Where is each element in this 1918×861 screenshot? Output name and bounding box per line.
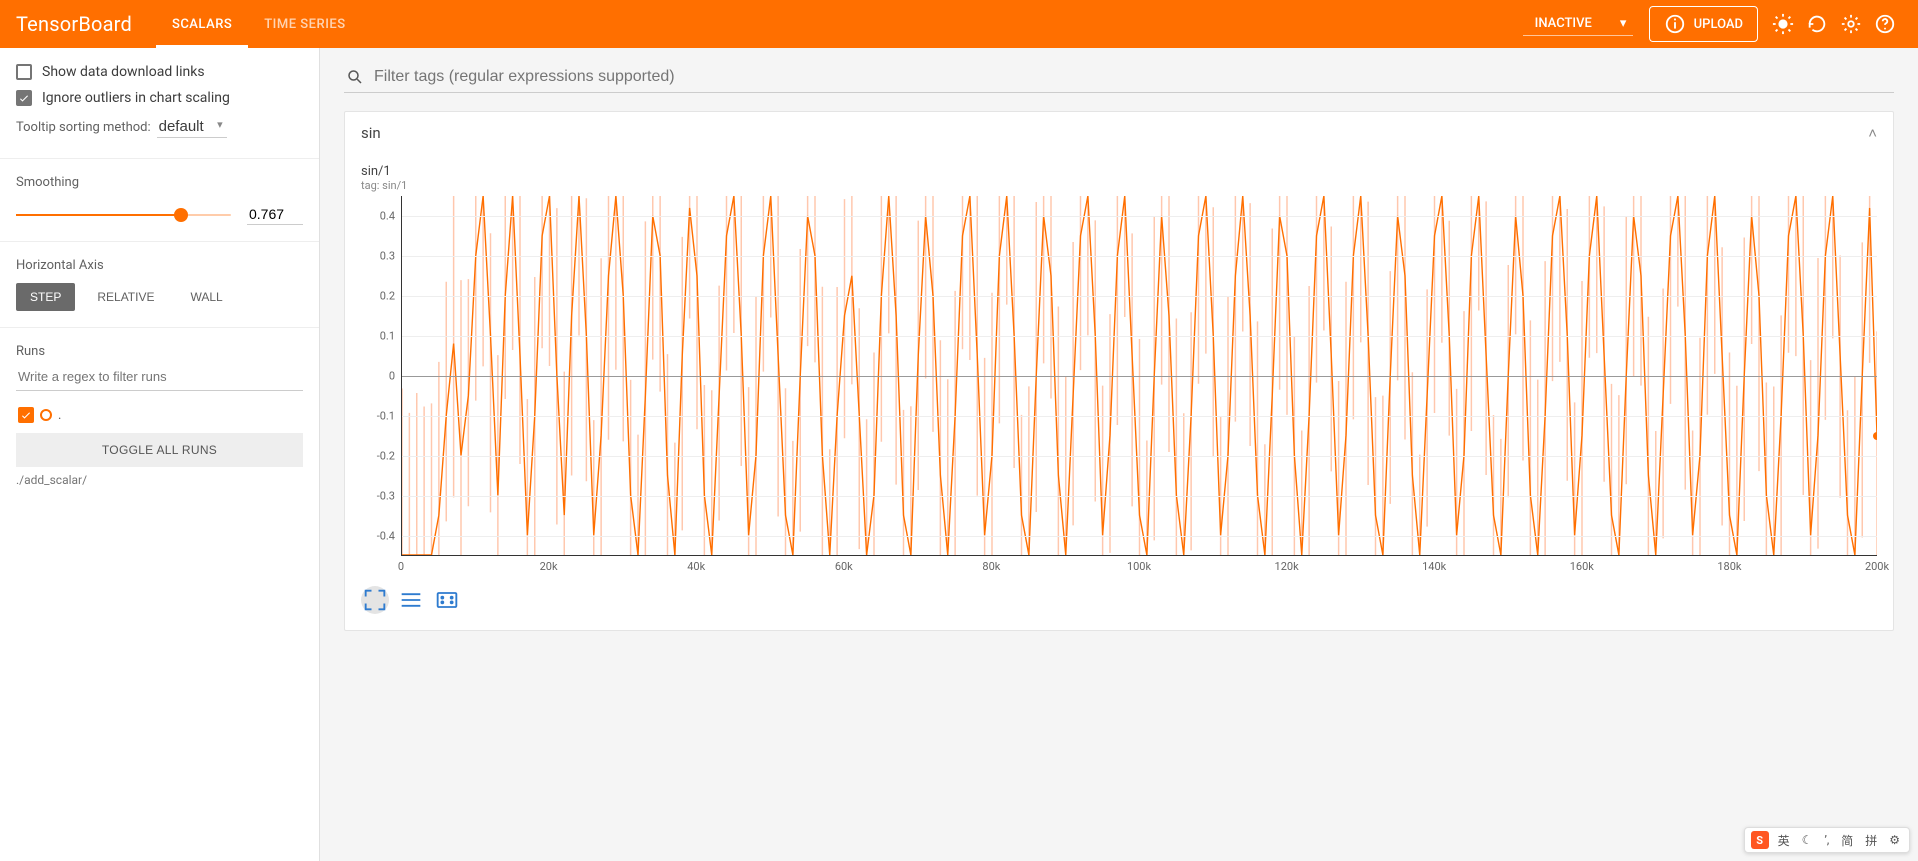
chevron-up-icon: ˄ xyxy=(1868,124,1877,142)
fit-domain-icon[interactable] xyxy=(433,586,461,614)
ignore-outliers-checkbox[interactable]: Ignore outliers in chart scaling xyxy=(16,90,303,106)
x-tick-label: 80k xyxy=(982,560,1000,573)
x-tick-label: 60k xyxy=(835,560,853,573)
ime-simp[interactable]: 简 xyxy=(1838,832,1856,849)
x-tick-label: 20k xyxy=(540,560,558,573)
horizontal-axis-label: Horizontal Axis xyxy=(16,258,303,273)
x-tick-label: 200k xyxy=(1865,560,1889,573)
checkbox-checked-icon xyxy=(16,90,32,106)
chart-toolbar xyxy=(361,586,1877,614)
run-color-swatch xyxy=(40,409,52,421)
show-download-links-label: Show data download links xyxy=(42,64,205,80)
ignore-outliers-label: Ignore outliers in chart scaling xyxy=(42,90,230,106)
y-tick-label: -0.2 xyxy=(377,450,395,463)
toggle-all-runs-button[interactable]: TOGGLE ALL RUNS xyxy=(16,433,303,467)
chart-plot[interactable] xyxy=(401,196,1877,556)
ime-lang[interactable]: 英 xyxy=(1775,832,1793,849)
app-header: TensorBoard SCALARS TIME SERIES INACTIVE… xyxy=(0,0,1918,48)
tooltip-sort-select[interactable]: default xyxy=(157,116,227,138)
ime-moon-icon[interactable]: ☾ xyxy=(1799,833,1816,847)
runs-path: ./add_scalar/ xyxy=(16,473,303,487)
run-checkbox-icon xyxy=(18,407,34,423)
x-tick-label: 180k xyxy=(1717,560,1741,573)
brightness-icon[interactable] xyxy=(1772,13,1794,35)
card-title: sin xyxy=(361,124,381,142)
y-tick-label: 0.3 xyxy=(380,250,395,263)
settings-icon[interactable] xyxy=(1840,13,1862,35)
x-tick-label: 40k xyxy=(687,560,705,573)
toggle-log-icon[interactable] xyxy=(397,586,425,614)
ime-punct[interactable]: ’, xyxy=(1821,833,1832,847)
axis-step-button[interactable]: STEP xyxy=(16,283,75,311)
y-axis: 0.4 0.3 0.2 0.1 0 -0.1 -0.2 -0.3 -0.4 xyxy=(361,196,401,556)
show-download-links-checkbox[interactable]: Show data download links xyxy=(16,64,303,80)
tag-filter-row xyxy=(344,64,1894,93)
help-icon[interactable] xyxy=(1874,13,1896,35)
main-content: sin ˄ sin/1 tag: sin/1 0.4 0.3 0.2 0.1 0 -0.1… xyxy=(320,48,1918,861)
y-tick-label: 0 xyxy=(389,370,395,383)
ime-toolbar[interactable]: S 英 ☾ ’, 简 拼 ⚙ xyxy=(1744,827,1910,853)
axis-wall-button[interactable]: WALL xyxy=(176,283,236,311)
search-icon xyxy=(346,68,364,86)
expand-chart-icon[interactable] xyxy=(361,586,389,614)
tag-filter-input[interactable] xyxy=(374,68,1892,86)
y-tick-label: -0.3 xyxy=(377,490,395,503)
x-axis: 020k40k60k80k100k120k140k160k180k200k xyxy=(401,556,1877,578)
smoothing-input[interactable] xyxy=(247,204,303,225)
runs-label: Runs xyxy=(16,344,303,359)
run-item[interactable]: . xyxy=(18,407,301,423)
x-tick-label: 160k xyxy=(1570,560,1594,573)
tab-scalars[interactable]: SCALARS xyxy=(156,0,248,48)
scalar-card: sin ˄ sin/1 tag: sin/1 0.4 0.3 0.2 0.1 0 -0.1… xyxy=(344,111,1894,631)
smoothing-slider[interactable] xyxy=(16,214,231,216)
y-tick-label: -0.4 xyxy=(377,530,395,543)
checkbox-icon xyxy=(16,64,32,80)
y-tick-label: 0.1 xyxy=(380,330,395,343)
info-icon xyxy=(1664,13,1686,35)
tooltip-sort-label: Tooltip sorting method: xyxy=(16,120,151,135)
y-tick-label: -0.1 xyxy=(377,410,395,423)
upload-button[interactable]: UPLOAD xyxy=(1649,6,1758,42)
smoothing-label: Smoothing xyxy=(16,175,303,190)
header-tabs: SCALARS TIME SERIES xyxy=(156,0,362,48)
slider-thumb[interactable] xyxy=(174,208,188,222)
ime-logo-icon: S xyxy=(1751,831,1769,849)
y-tick-label: 0.4 xyxy=(380,210,395,223)
sidebar: Show data download links Ignore outliers… xyxy=(0,48,320,861)
inactive-dashboards-dropdown[interactable]: INACTIVE ▾ xyxy=(1523,12,1633,36)
logo: TensorBoard xyxy=(16,12,132,36)
upload-label: UPLOAD xyxy=(1694,17,1743,32)
x-tick-label: 0 xyxy=(398,560,404,573)
refresh-icon[interactable] xyxy=(1806,13,1828,35)
axis-relative-button[interactable]: RELATIVE xyxy=(83,283,168,311)
runs-filter-input[interactable] xyxy=(16,363,303,391)
chart-area[interactable]: 0.4 0.3 0.2 0.1 0 -0.1 -0.2 -0.3 -0.4 xyxy=(361,196,1877,556)
x-tick-label: 120k xyxy=(1275,560,1299,573)
chart-title: sin/1 xyxy=(361,164,1877,179)
run-name: . xyxy=(58,408,61,423)
y-tick-label: 0.2 xyxy=(380,290,395,303)
tab-time-series[interactable]: TIME SERIES xyxy=(248,0,361,48)
series-endpoint-marker xyxy=(1873,432,1877,440)
card-header[interactable]: sin ˄ xyxy=(345,112,1893,154)
chart-subtitle: tag: sin/1 xyxy=(361,179,1877,192)
horizontal-axis-buttons: STEP RELATIVE WALL xyxy=(16,283,303,311)
ime-settings-icon[interactable]: ⚙ xyxy=(1886,833,1903,847)
x-tick-label: 140k xyxy=(1422,560,1446,573)
inactive-label: INACTIVE xyxy=(1535,16,1592,31)
ime-pinyin[interactable]: 拼 xyxy=(1862,832,1880,849)
x-tick-label: 100k xyxy=(1127,560,1151,573)
chevron-down-icon: ▾ xyxy=(1620,16,1627,31)
